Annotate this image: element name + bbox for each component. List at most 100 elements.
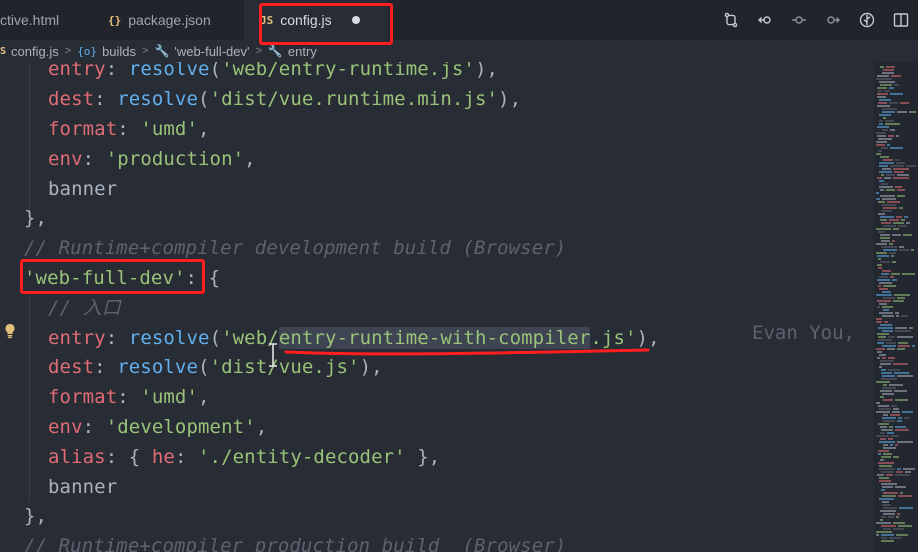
minimap-stroke bbox=[877, 333, 889, 335]
minimap-stroke bbox=[896, 135, 899, 137]
minimap-stroke bbox=[876, 144, 885, 146]
code-editor[interactable]: entry: resolve('web/entry-runtime.js'), … bbox=[0, 62, 874, 552]
minimap-stroke bbox=[897, 513, 900, 515]
minimap-stroke bbox=[889, 243, 893, 245]
minimap-stroke bbox=[894, 372, 909, 374]
minimap-stroke bbox=[893, 456, 899, 458]
minimap-stroke bbox=[898, 342, 908, 344]
minimap-stroke bbox=[895, 312, 899, 314]
minimap-stroke bbox=[892, 411, 900, 413]
minimap-stroke bbox=[897, 441, 913, 443]
minimap-stroke bbox=[893, 300, 904, 302]
minimap-stroke bbox=[901, 315, 908, 317]
minimap-stroke bbox=[877, 75, 889, 77]
minimap-stroke bbox=[890, 276, 894, 278]
minimap-stroke bbox=[883, 444, 888, 446]
minimap-stroke bbox=[882, 417, 896, 419]
minimap-stroke bbox=[881, 540, 894, 542]
minimap-stroke bbox=[883, 414, 888, 416]
breadcrumb-entry[interactable]: 🔧 entry bbox=[268, 44, 317, 59]
minimap-stroke bbox=[892, 279, 897, 281]
minimap[interactable] bbox=[874, 62, 918, 552]
minimap-stroke bbox=[911, 249, 914, 251]
code-line-comment: // Runtime+compiler production build (Br… bbox=[24, 535, 567, 552]
text-cursor-icon bbox=[269, 343, 277, 367]
breadcrumb-web-full-dev[interactable]: 🔧 'web-full-dev' bbox=[154, 44, 249, 59]
minimap-stroke bbox=[889, 102, 898, 104]
minimap-stroke bbox=[903, 234, 912, 236]
minimap-stroke bbox=[898, 345, 910, 347]
minimap-stroke bbox=[897, 348, 905, 350]
minimap-stroke bbox=[879, 120, 883, 122]
minimap-stroke bbox=[880, 390, 892, 392]
minimap-stroke bbox=[899, 507, 913, 509]
minimap-stroke bbox=[879, 468, 895, 470]
lightbulb-icon[interactable] bbox=[4, 323, 16, 339]
minimap-stroke bbox=[890, 129, 895, 131]
minimap-stroke bbox=[898, 417, 902, 419]
minimap-stroke bbox=[909, 327, 913, 329]
minimap-stroke bbox=[878, 90, 882, 92]
minimap-stroke bbox=[883, 225, 896, 227]
minimap-stroke bbox=[880, 66, 884, 68]
minimap-stroke bbox=[881, 222, 891, 224]
minimap-stroke bbox=[889, 426, 893, 428]
minimap-stroke bbox=[881, 273, 889, 275]
breadcrumb-web-full-dev-label: 'web-full-dev' bbox=[174, 43, 250, 59]
minimap-stroke bbox=[893, 168, 909, 170]
minimap-stroke bbox=[882, 168, 891, 170]
minimap-stroke bbox=[896, 315, 899, 317]
minimap-stroke bbox=[878, 267, 882, 269]
go-forward-icon[interactable] bbox=[816, 0, 850, 40]
minimap-stroke bbox=[877, 255, 889, 257]
minimap-stroke bbox=[882, 387, 896, 389]
minimap-stroke bbox=[897, 195, 905, 197]
chevron-right-icon: > bbox=[64, 45, 72, 57]
minimap-stroke bbox=[883, 528, 891, 530]
open-changes-icon[interactable] bbox=[714, 0, 748, 40]
minimap-stroke bbox=[876, 534, 879, 536]
minimap-stroke bbox=[876, 348, 885, 350]
minimap-stroke bbox=[889, 219, 899, 221]
go-back-icon[interactable] bbox=[748, 0, 782, 40]
minimap-stroke bbox=[881, 210, 892, 212]
breadcrumb-file[interactable]: JS config.js bbox=[0, 44, 59, 59]
git-lens-icon[interactable] bbox=[850, 0, 884, 40]
minimap-stroke bbox=[895, 426, 906, 428]
split-editor-icon[interactable] bbox=[884, 0, 918, 40]
tab-active-html[interactable]: ctive.html bbox=[0, 0, 90, 40]
minimap-stroke bbox=[878, 405, 889, 407]
minimap-stroke bbox=[881, 174, 884, 176]
commit-icon[interactable] bbox=[782, 0, 816, 40]
minimap-stroke bbox=[881, 471, 894, 473]
minimap-stroke bbox=[878, 102, 887, 104]
minimap-stroke bbox=[879, 480, 891, 482]
minimap-stroke bbox=[882, 129, 888, 131]
minimap-stroke bbox=[878, 258, 881, 260]
minimap-stroke bbox=[880, 396, 884, 398]
minimap-stroke bbox=[881, 516, 886, 518]
minimap-stroke bbox=[895, 186, 902, 188]
minimap-stroke bbox=[878, 285, 881, 287]
minimap-stroke bbox=[881, 483, 897, 485]
minimap-stroke bbox=[888, 135, 894, 137]
minimap-stroke bbox=[881, 240, 890, 242]
code-line: banner bbox=[48, 476, 118, 498]
minimap-stroke bbox=[878, 462, 894, 464]
minimap-stroke bbox=[889, 537, 902, 539]
minimap-stroke bbox=[877, 279, 890, 281]
breadcrumb-builds[interactable]: {o} builds bbox=[77, 44, 136, 59]
minimap-stroke bbox=[877, 357, 880, 359]
minimap-stroke bbox=[884, 90, 890, 92]
code-line: banner bbox=[48, 178, 118, 200]
chevron-right-icon: > bbox=[142, 45, 149, 57]
minimap-stroke bbox=[912, 345, 915, 347]
tab-package-json[interactable]: {} package.json bbox=[90, 0, 240, 40]
minimap-stroke bbox=[883, 249, 897, 251]
breadcrumb: JS config.js > {o} builds > 🔧 'web-full-… bbox=[0, 40, 918, 62]
minimap-stroke bbox=[902, 411, 913, 413]
minimap-stroke bbox=[880, 324, 892, 326]
minimap-stroke bbox=[898, 525, 912, 527]
minimap-stroke bbox=[876, 228, 891, 230]
minimap-stroke bbox=[893, 408, 899, 410]
